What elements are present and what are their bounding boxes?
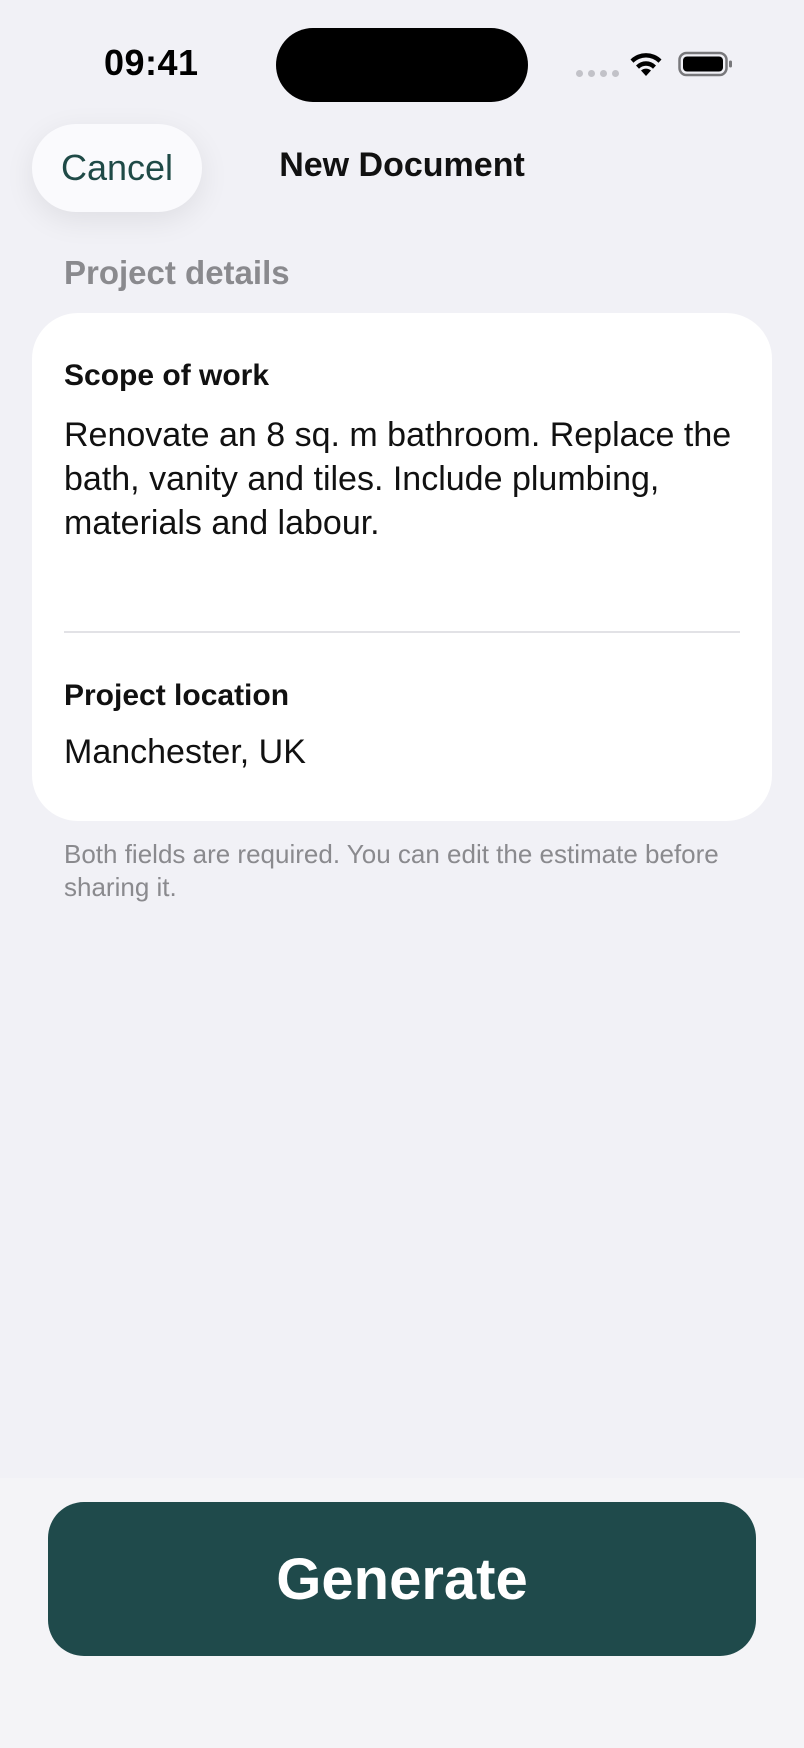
section-header: Project details [64,254,290,291]
scope-of-work-label: Scope of work [64,359,270,392]
page-title: New Document [279,146,525,184]
scope-of-work-field[interactable]: Renovate an 8 sq. m bathroom. Replace th… [64,413,754,545]
battery-icon [678,51,732,77]
project-details-card: Scope of work Renovate an 8 sq. m bathro… [32,313,772,821]
generate-button[interactable]: Generate [48,1502,756,1656]
wifi-icon [630,53,662,76]
cellular-signal-icon [576,70,619,77]
status-time: 09:41 [104,42,199,83]
dynamic-island [276,28,528,102]
project-location-field[interactable]: Manchester, UK [64,733,306,772]
divider [64,631,740,633]
form-footer-note: Both fields are required. You can edit t… [64,839,719,902]
project-location-label: Project location [64,679,290,712]
